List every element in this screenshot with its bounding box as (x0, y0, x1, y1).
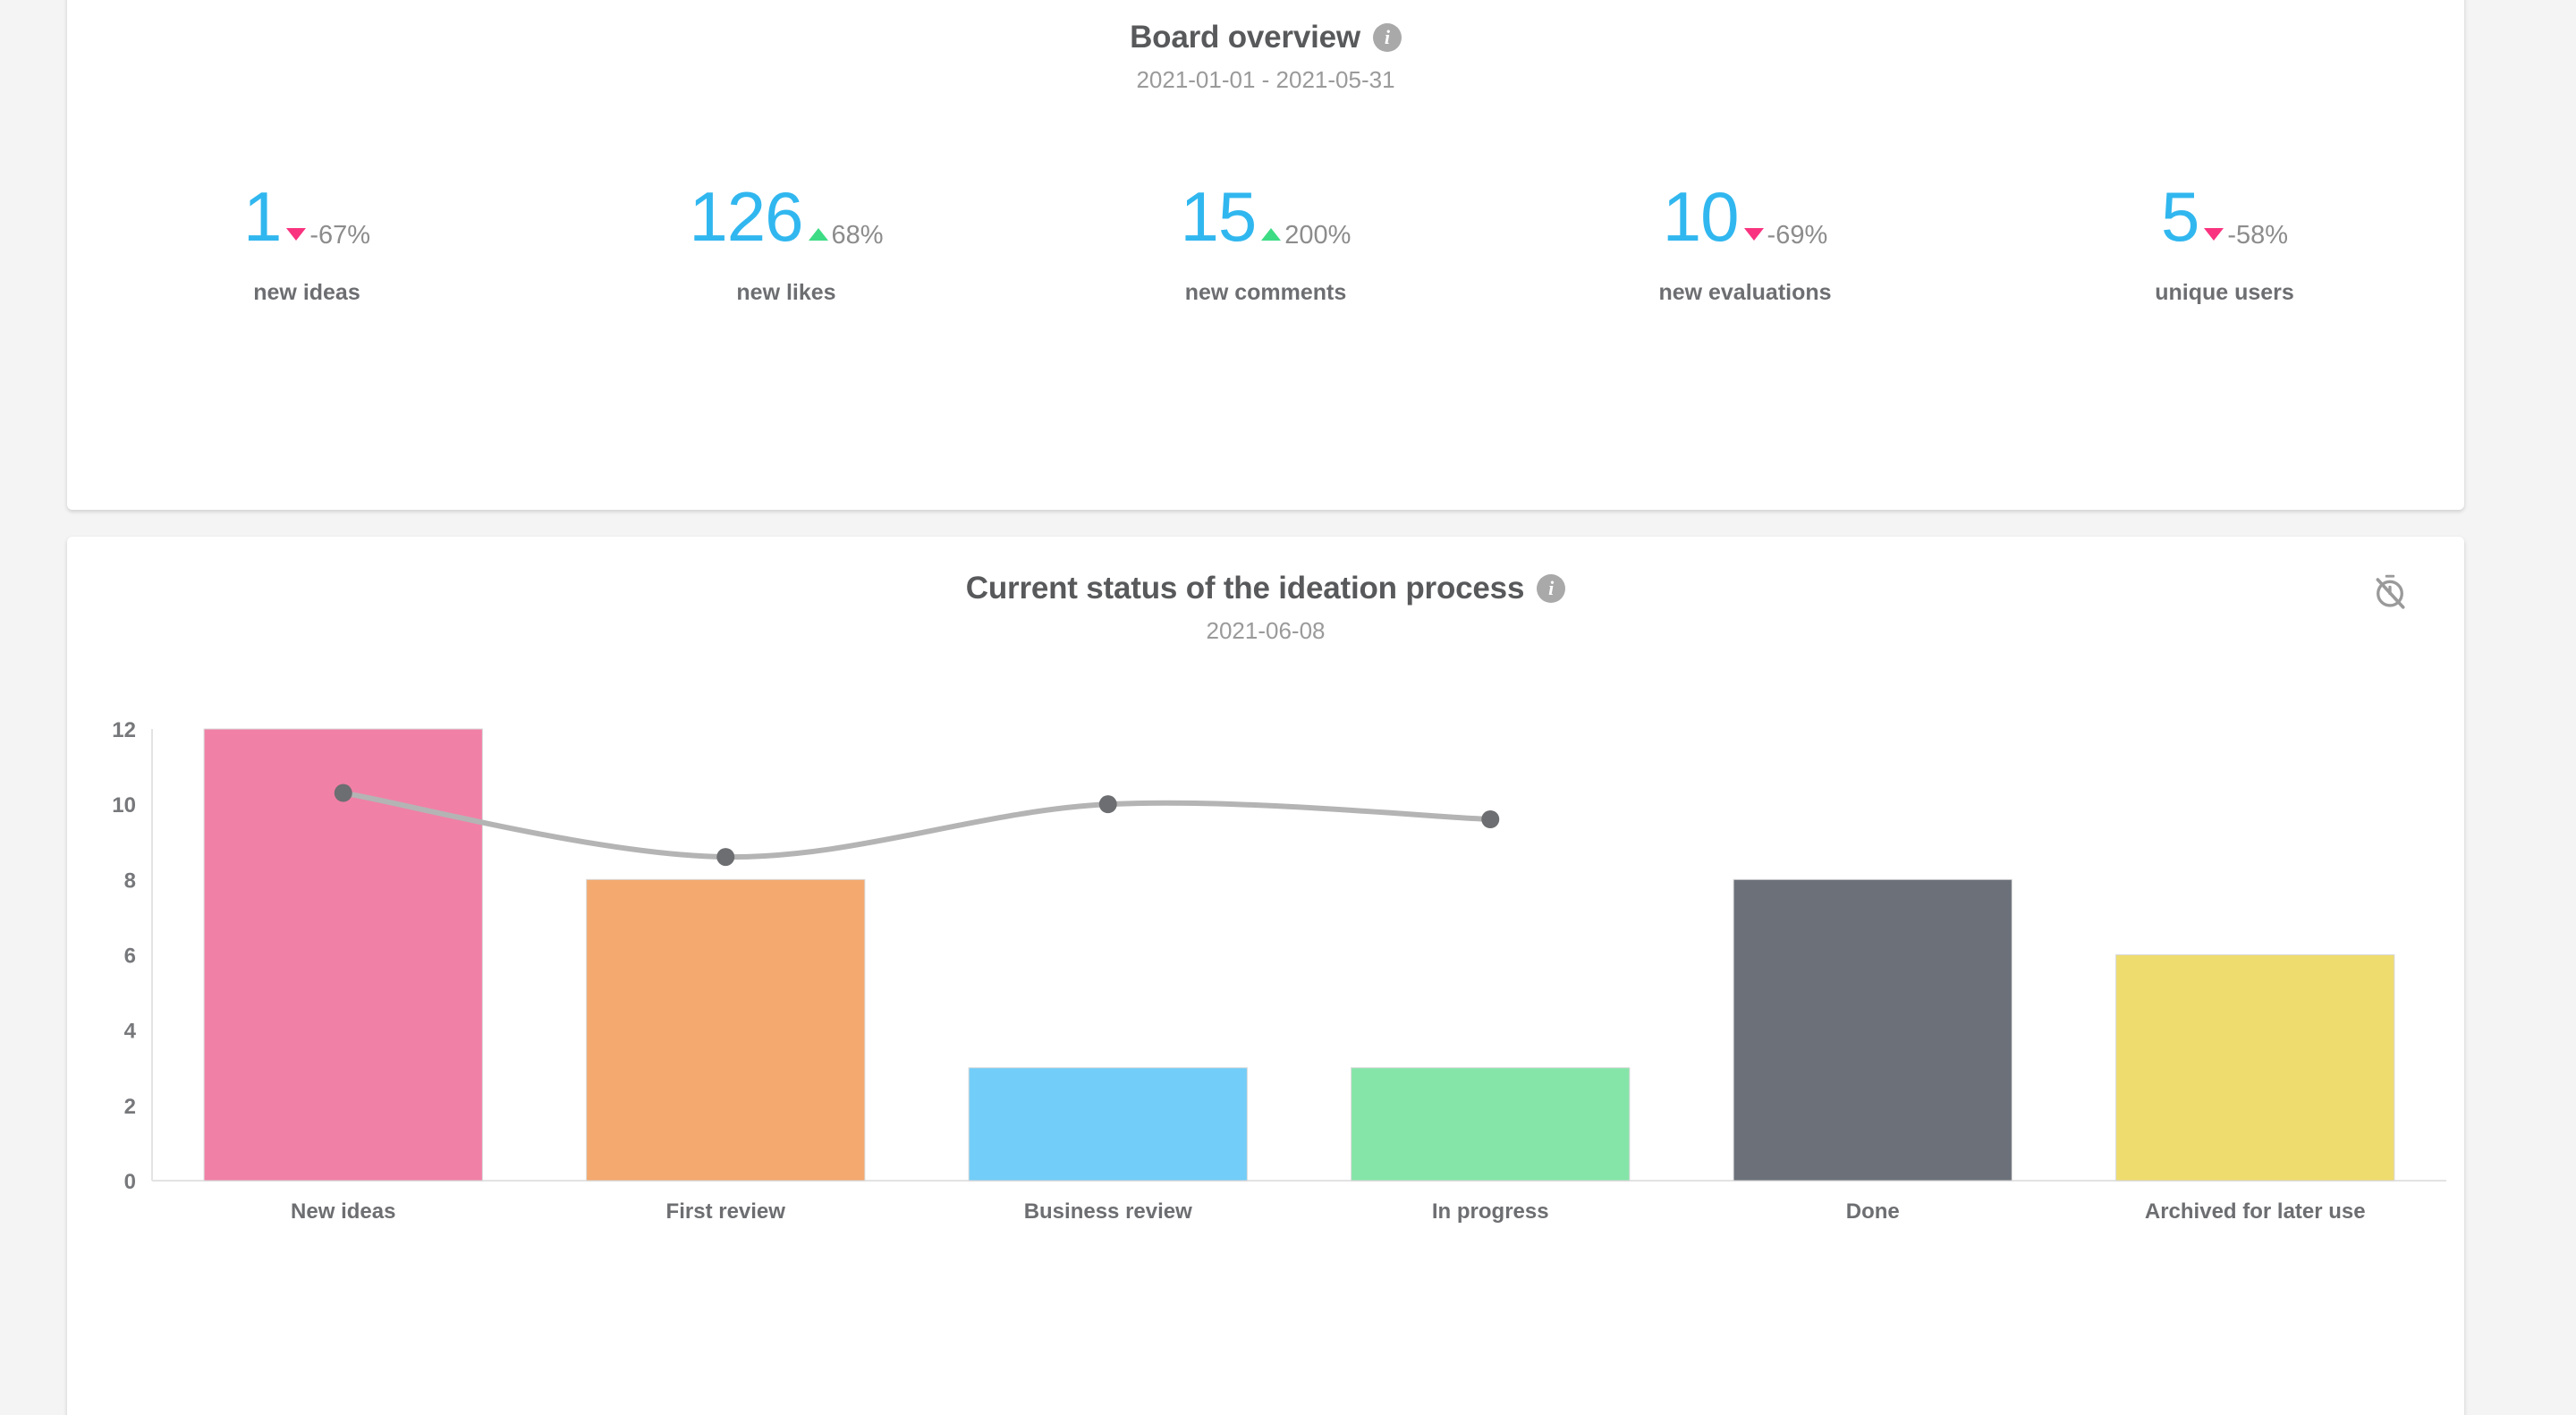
trend-point[interactable] (1098, 795, 1117, 814)
trend-point[interactable] (716, 848, 735, 867)
kpi-delta-value: 200% (1284, 220, 1352, 250)
arrow-down-icon (286, 228, 307, 241)
kpi-value-row: 15 200% (1026, 177, 1505, 262)
kpi-delta: -67% (286, 221, 370, 250)
board-overview-date-range: 2021-01-01 - 2021-05-31 (1136, 66, 1395, 93)
x-axis-label: New ideas (291, 1199, 395, 1224)
info-icon[interactable]: i (1537, 574, 1566, 603)
bar[interactable] (1351, 1067, 1631, 1182)
chart-svg: 0 2 4 6 8 10 12 New ideas First review Business r… (112, 718, 2446, 1224)
y-axis-tick: 10 (112, 793, 136, 818)
trend-point[interactable] (334, 784, 352, 802)
bar[interactable] (586, 878, 866, 1182)
y-axis-tick: 2 (124, 1095, 136, 1119)
kpi-delta-value: -67% (309, 220, 371, 250)
status-bar-chart: 0 2 4 6 8 10 12 New ideas First review Business r… (67, 707, 2464, 1279)
kpi-delta: -58% (2204, 221, 2288, 250)
kpi-value: 15 (1180, 177, 1258, 256)
y-axis-tick: 6 (124, 945, 136, 969)
ideation-status-date: 2021-06-08 (1206, 617, 1326, 644)
arrow-down-icon (2204, 228, 2224, 241)
kpi-delta-value: -69% (1767, 220, 1828, 250)
trend-point[interactable] (1481, 810, 1500, 828)
kpi-delta: 68% (808, 220, 884, 250)
kpi-new-ideas: 1 -67% new ideas (67, 177, 547, 306)
arrow-up-icon (1261, 228, 1282, 241)
kpi-value: 1 (242, 177, 282, 256)
kpi-label: new likes (736, 280, 836, 305)
kpi-delta-value: -58% (2227, 220, 2289, 250)
arrow-down-icon (1743, 228, 1764, 241)
kpi-value-row: 1 -67% (67, 177, 547, 262)
bar[interactable] (1733, 878, 2012, 1182)
chart-title: Current status of the ideation process (965, 571, 1525, 606)
y-axis-tick: 12 (112, 718, 136, 742)
kpi-label: new ideas (253, 280, 360, 305)
y-axis-tick: 8 (124, 868, 136, 893)
kpi-new-comments: 15 200% new comments (1026, 177, 1505, 306)
kpi-value-row: 10 -69% (1505, 177, 1985, 262)
kpi-value-row: 126 68% (547, 177, 1026, 262)
board-overview-card: Board overview i 2021-01-01 - 2021-05-31… (67, 0, 2464, 510)
page-title: Board overview (1130, 20, 1360, 55)
kpi-delta-value: 68% (831, 220, 884, 250)
kpi-row: 1 -67% new ideas 126 68% new likes 15 20… (67, 177, 2464, 306)
bar[interactable] (968, 1067, 1248, 1182)
y-axis-tick: 0 (124, 1170, 136, 1194)
kpi-value: 10 (1662, 177, 1740, 256)
kpi-value-row: 5 -58% (1985, 177, 2464, 262)
kpi-delta: -69% (1743, 220, 1828, 250)
kpi-label: new evaluations (1658, 280, 1832, 305)
kpi-value: 5 (2160, 177, 2199, 256)
x-axis-label: Archived for later use (2145, 1199, 2366, 1224)
x-axis-label: Business review (1024, 1199, 1192, 1224)
kpi-unique-users: 5 -58% unique users (1985, 177, 2464, 306)
kpi-label: unique users (2155, 280, 2294, 305)
x-axis-label: First review (666, 1199, 786, 1224)
ideation-status-card: Current status of the ideation process i… (67, 537, 2464, 1415)
ideation-status-header: Current status of the ideation process i (67, 571, 2464, 606)
bar[interactable] (2115, 954, 2395, 1182)
x-axis-label: Done (1846, 1199, 1900, 1224)
info-icon[interactable]: i (1372, 23, 1402, 52)
timer-off-icon[interactable] (2371, 572, 2409, 614)
kpi-label: new comments (1184, 280, 1347, 305)
kpi-value: 126 (689, 177, 803, 256)
y-axis-tick: 4 (124, 1020, 137, 1044)
dashboard-page: Board overview i 2021-01-01 - 2021-05-31… (0, 0, 2576, 1415)
trend-line (340, 790, 1494, 860)
x-axis-label: In progress (1432, 1199, 1549, 1224)
kpi-delta: 200% (1261, 221, 1351, 250)
kpi-new-evaluations: 10 -69% new evaluations (1505, 177, 1985, 306)
arrow-up-icon (808, 228, 828, 241)
kpi-new-likes: 126 68% new likes (547, 177, 1026, 306)
board-overview-header: Board overview i (67, 20, 2464, 55)
